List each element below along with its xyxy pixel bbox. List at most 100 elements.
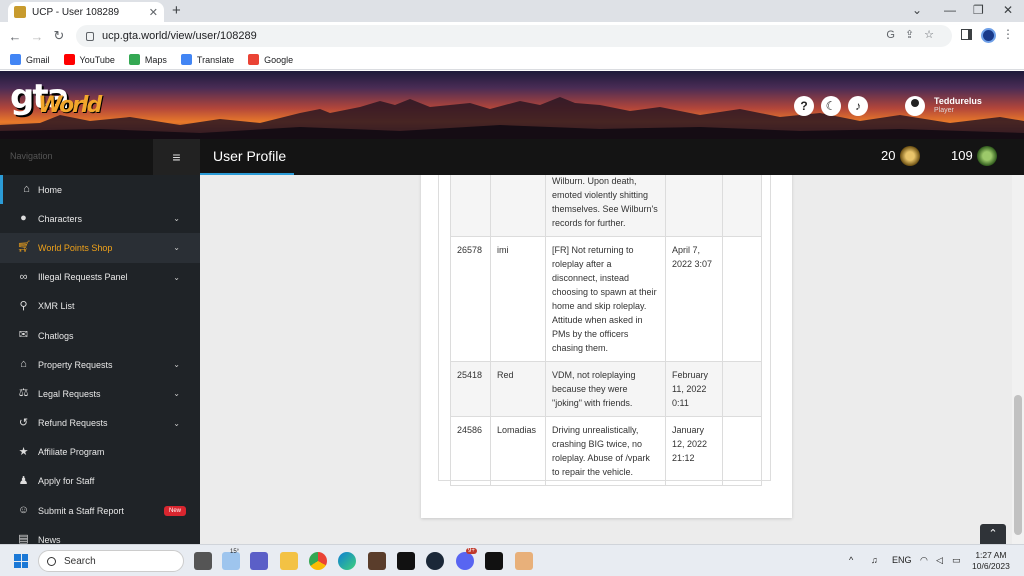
reason-cell: [FR] Not returning to roleplay after a d… (545, 236, 666, 362)
windows-start-icon[interactable] (14, 554, 28, 568)
search-icon (47, 556, 56, 566)
extra-cell (722, 361, 762, 417)
sidebar-item-apply-for-staff[interactable]: ♟ Apply for Staff (0, 467, 200, 496)
battery-icon[interactable]: ▭ (952, 555, 961, 566)
file-explorer-icon[interactable] (280, 552, 298, 570)
user-avatar-icon[interactable] (905, 96, 925, 116)
sidebar-item-illegal-requests[interactable]: ∞ Illegal Requests Panel ⌄ (0, 263, 200, 292)
username[interactable]: Teddurelus (934, 96, 982, 106)
new-tab-button[interactable]: + (172, 2, 181, 19)
maximize-button[interactable]: ❐ (973, 3, 984, 17)
admin-cell: Red (490, 361, 546, 417)
rockstar-launcher-icon[interactable] (397, 552, 415, 570)
sidebar-item-affiliate-program[interactable]: ★ Affiliate Program (0, 438, 200, 467)
notifications-bell-icon[interactable]: ♪ (848, 96, 868, 116)
google-icon (248, 54, 260, 65)
sidebar-item-world-points-shop[interactable]: 🛒︎ World Points Shop ⌄ (0, 233, 200, 263)
menu-kebab-icon[interactable]: ⋮ (1002, 27, 1014, 41)
forward-icon[interactable]: → (26, 29, 48, 44)
google-icon (10, 54, 21, 65)
sidebar-item-staff-report[interactable]: ☺ Submit a Staff Report New (0, 496, 200, 525)
news-icon: ▤ (18, 533, 29, 544)
clock-time: 1:27 AM (975, 550, 1007, 560)
tab-title: UCP - User 108289 (32, 6, 120, 18)
bookmark-translate[interactable]: Translate (180, 54, 234, 65)
minimize-button[interactable]: — (944, 3, 956, 17)
back-icon[interactable]: ← (4, 29, 26, 44)
admin-cell (490, 175, 546, 237)
discord-icon[interactable] (456, 552, 474, 570)
date-cell: February 11, 2022 0:11 (665, 361, 723, 417)
page-scrollbar[interactable] (1012, 175, 1024, 544)
chevron-down-icon: ⌄ (173, 418, 180, 428)
weather-temp: 15° (230, 549, 240, 555)
sidebar-item-news[interactable]: ▤ News (0, 525, 200, 544)
snipping-tool-icon[interactable] (515, 552, 533, 570)
url-text[interactable]: ucp.gta.world/view/user/108289 (102, 30, 257, 42)
user-role: Player (934, 107, 954, 114)
sidebar-item-characters[interactable]: ● Characters ⌄ (0, 204, 200, 233)
date-cell: January 12, 2022 21:12 (665, 416, 723, 486)
home-icon: ⌂ (23, 183, 30, 196)
microphone-icon[interactable]: ♫ (871, 555, 878, 565)
clock-date: 10/6/2023 (972, 561, 1010, 571)
chevron-down-icon: ⌄ (173, 360, 180, 370)
rockstar-game-icon[interactable] (485, 552, 503, 570)
chrome-icon[interactable] (309, 552, 327, 570)
chevron-down-icon: ⌄ (173, 272, 180, 282)
taskbar-clock[interactable]: 1:27 AM 10/6/2023 (972, 550, 1010, 572)
steam-icon[interactable] (426, 552, 444, 570)
browser-toolbar: ← → ↻ ucp.gta.world/view/user/108289 G⇪☆… (0, 22, 1024, 50)
gta-world-logo[interactable]: gta World (10, 77, 102, 118)
user-icon: ● (20, 212, 27, 225)
edge-icon[interactable] (338, 552, 356, 570)
profile-avatar-icon[interactable] (981, 28, 996, 43)
scroll-to-top-button[interactable]: ⌃ (980, 524, 1006, 544)
sidebar-item-legal-requests[interactable]: ⚖ Legal Requests ⌄ (0, 379, 200, 408)
bookmark-youtube[interactable]: YouTube (63, 54, 115, 65)
browser-tab[interactable]: UCP - User 108289 ✕ (8, 2, 164, 22)
sidebar-item-home[interactable]: ⌂ Home (0, 175, 200, 205)
sidebar-item-xmr-list[interactable]: ⚲ XMR List (0, 292, 200, 321)
task-view-icon[interactable] (194, 552, 212, 570)
extra-cell (722, 236, 762, 362)
address-bar[interactable]: ucp.gta.world/view/user/108289 (76, 25, 952, 47)
hamburger-menu-icon[interactable]: ≡ (153, 139, 200, 175)
lock-icon[interactable] (86, 31, 94, 41)
page-title: User Profile (213, 148, 287, 164)
game-icon[interactable] (368, 552, 386, 570)
tray-chevron-up-icon[interactable]: ^ (849, 555, 853, 565)
browser-tab-strip: UCP - User 108289 ✕ + ⌄ — ❐ ✕ (0, 0, 1024, 22)
bookmark-google[interactable]: Google (248, 54, 293, 65)
youtube-icon (63, 54, 75, 65)
teams-chat-icon[interactable] (250, 552, 268, 570)
chevron-down-icon: ⌄ (173, 243, 180, 253)
dark-mode-moon-icon[interactable]: ☾ (821, 96, 841, 116)
tab-search-icon[interactable]: ⌄ (912, 3, 922, 17)
sidebar-item-refund-requests[interactable]: ↺ Refund Requests ⌄ (0, 409, 200, 438)
language-indicator[interactable]: ENG (892, 555, 912, 565)
notification-count-badge: 9+ (466, 548, 477, 554)
bookmark-maps[interactable]: Maps (128, 54, 167, 65)
side-panel-icon[interactable] (961, 29, 972, 40)
sidebar: ⌂ Home ● Characters ⌄ 🛒︎ World Points Shop ⌄ … (0, 175, 200, 544)
bookmark-gmail[interactable]: Gmail (10, 54, 50, 65)
chat-icon: ✉ (18, 329, 29, 342)
star-icon: ★ (18, 445, 29, 458)
sidebar-item-property-requests[interactable]: ⌂ Property Requests ⌄ (0, 350, 200, 379)
wifi-icon[interactable]: ◠ (920, 555, 928, 566)
taskbar-search[interactable]: Search (38, 550, 184, 572)
sidebar-item-chatlogs[interactable]: ✉ Chatlogs (0, 321, 200, 350)
record-id-cell: 26578 (450, 236, 491, 362)
close-tab-icon[interactable]: ✕ (149, 6, 158, 19)
help-icon[interactable]: ? (794, 96, 814, 116)
scrollbar-thumb[interactable] (1014, 395, 1022, 535)
cart-icon: 🛒︎ (17, 241, 31, 254)
volume-icon[interactable]: ◁ (936, 555, 943, 566)
omnibox-actions[interactable]: G⇪☆ (886, 28, 944, 41)
reload-icon[interactable]: ↻ (48, 28, 70, 44)
close-window-button[interactable]: ✕ (1003, 3, 1013, 17)
navigation-label: Navigation (10, 151, 53, 161)
admin-cell: imi (490, 236, 546, 362)
undo-icon: ↺ (18, 416, 29, 429)
